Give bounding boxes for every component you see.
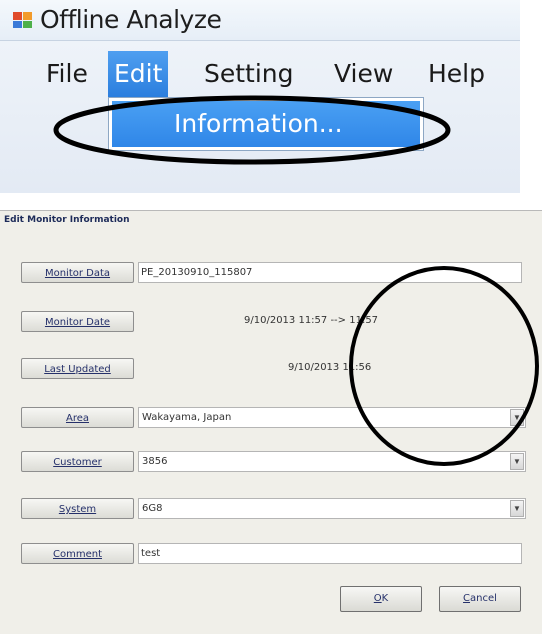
area-select[interactable]: Wakayama, Japan ▼ — [138, 407, 526, 428]
system-button[interactable]: System — [21, 498, 134, 519]
menu-help[interactable]: Help — [422, 51, 491, 97]
last-updated-button[interactable]: Last Updated — [21, 358, 134, 379]
menu-edit[interactable]: Edit — [108, 51, 169, 97]
comment-button[interactable]: Comment — [21, 543, 134, 564]
comment-field[interactable]: test — [138, 543, 522, 564]
app-window-crop: Offline Analyze File Edit Setting View H… — [0, 0, 542, 193]
app-icon — [13, 12, 32, 28]
window-titlebar: Offline Analyze — [0, 0, 520, 41]
ok-button[interactable]: OK — [340, 586, 422, 612]
customer-button[interactable]: Customer — [21, 451, 134, 472]
customer-value: 3856 — [142, 456, 168, 467]
area-value: Wakayama, Japan — [142, 412, 232, 423]
menu-bar: File Edit Setting View Help Information.… — [0, 41, 520, 193]
monitor-date-value: 9/10/2013 11:57 --> 11:57 — [244, 315, 379, 326]
monitor-data-button[interactable]: Monitor Data — [21, 262, 134, 283]
system-select[interactable]: 6G8 ▼ — [138, 498, 526, 519]
area-button[interactable]: Area — [21, 407, 134, 428]
customer-select[interactable]: 3856 ▼ — [138, 451, 526, 472]
dialog-title: Edit Monitor Information — [4, 215, 130, 225]
menu-file[interactable]: File — [40, 51, 94, 97]
menu-view[interactable]: View — [328, 51, 399, 97]
monitor-date-button[interactable]: Monitor Date — [21, 311, 134, 332]
dropdown-arrow-icon[interactable]: ▼ — [510, 453, 524, 470]
cancel-button[interactable]: Cancel — [439, 586, 521, 612]
dropdown-arrow-icon[interactable]: ▼ — [510, 500, 524, 517]
edit-dropdown-menu: Information... — [108, 97, 424, 151]
system-value: 6G8 — [142, 503, 163, 514]
last-updated-value: 9/10/2013 11:56 — [288, 362, 372, 373]
ok-label-rest: K — [381, 593, 389, 604]
ok-mnemonic: O — [373, 593, 382, 604]
menu-setting[interactable]: Setting — [198, 51, 300, 97]
menu-item-information[interactable]: Information... — [112, 101, 420, 147]
cancel-label-rest: ancel — [470, 593, 497, 604]
cancel-mnemonic: C — [463, 593, 471, 604]
dropdown-arrow-icon[interactable]: ▼ — [510, 409, 524, 426]
monitor-data-field[interactable]: PE_20130910_115807 — [138, 262, 522, 283]
window-title: Offline Analyze — [40, 5, 222, 34]
